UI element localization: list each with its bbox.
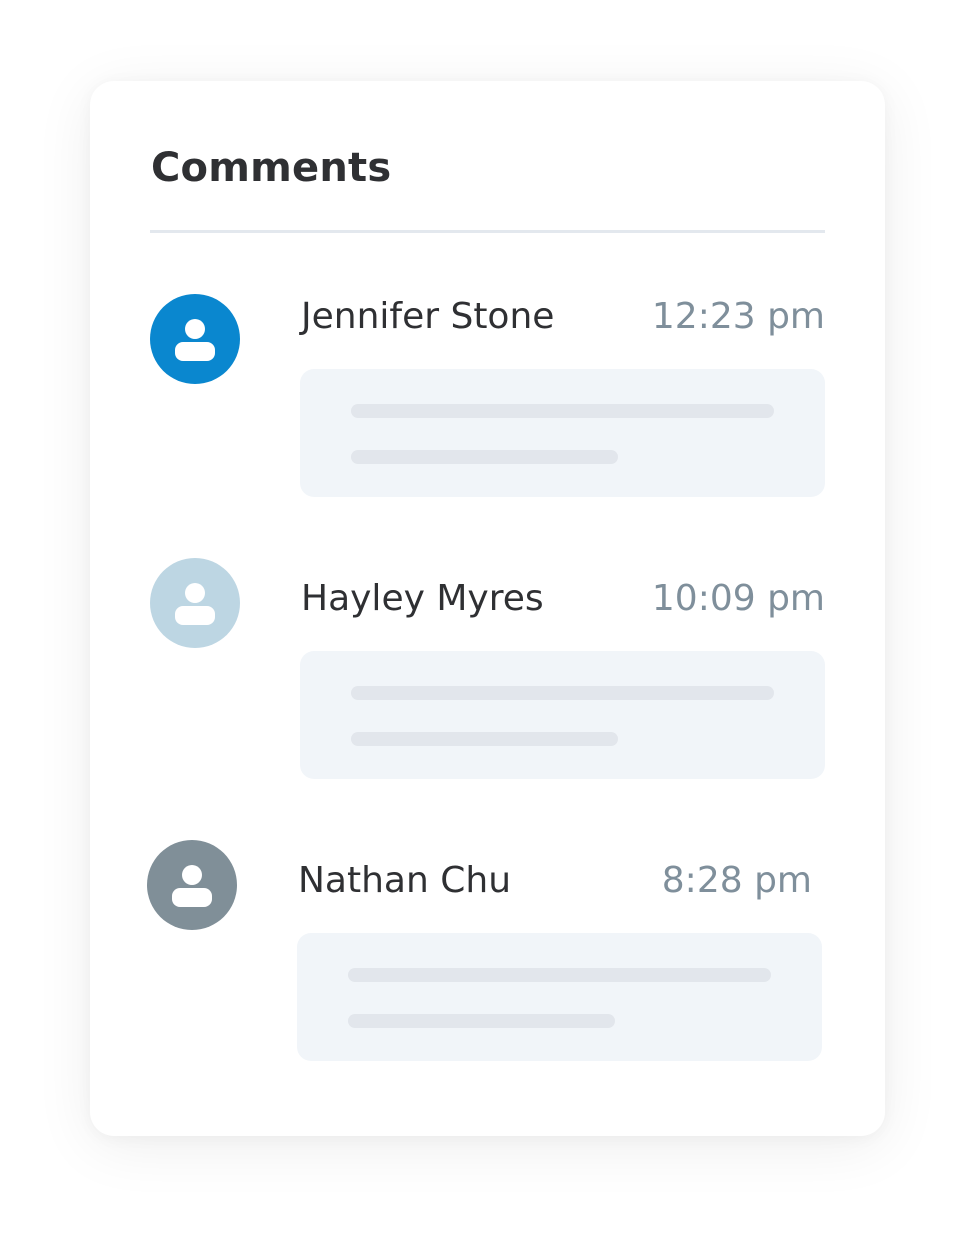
user-icon [172, 865, 212, 907]
comment-body [297, 933, 822, 1061]
comment-author[interactable]: Nathan Chu [298, 858, 511, 904]
avatar[interactable] [150, 294, 240, 384]
avatar[interactable] [150, 558, 240, 648]
comment-author[interactable]: Hayley Myres [301, 576, 544, 622]
comment-item[interactable]: Jennifer Stone 12:23 pm [150, 294, 830, 498]
comment-author[interactable]: Jennifer Stone [301, 294, 554, 340]
comment-time: 10:09 pm [651, 578, 825, 619]
comment-item[interactable]: Nathan Chu 8:28 pm [147, 840, 827, 1061]
comment-time: 12:23 pm [651, 296, 825, 337]
placeholder-text-line [351, 686, 774, 700]
user-icon [175, 319, 215, 361]
placeholder-text-line [348, 1014, 615, 1028]
placeholder-text-line [348, 968, 771, 982]
placeholder-text-line [351, 732, 618, 746]
comment-body [300, 651, 825, 779]
title-divider [150, 230, 825, 233]
comment-body [300, 369, 825, 497]
placeholder-text-line [351, 450, 618, 464]
comment-item[interactable]: Hayley Myres 10:09 pm [150, 558, 830, 779]
placeholder-text-line [351, 404, 774, 418]
user-icon [175, 583, 215, 625]
panel-title: Comments [151, 145, 392, 191]
avatar[interactable] [147, 840, 237, 930]
comment-time: 8:28 pm [661, 860, 812, 901]
